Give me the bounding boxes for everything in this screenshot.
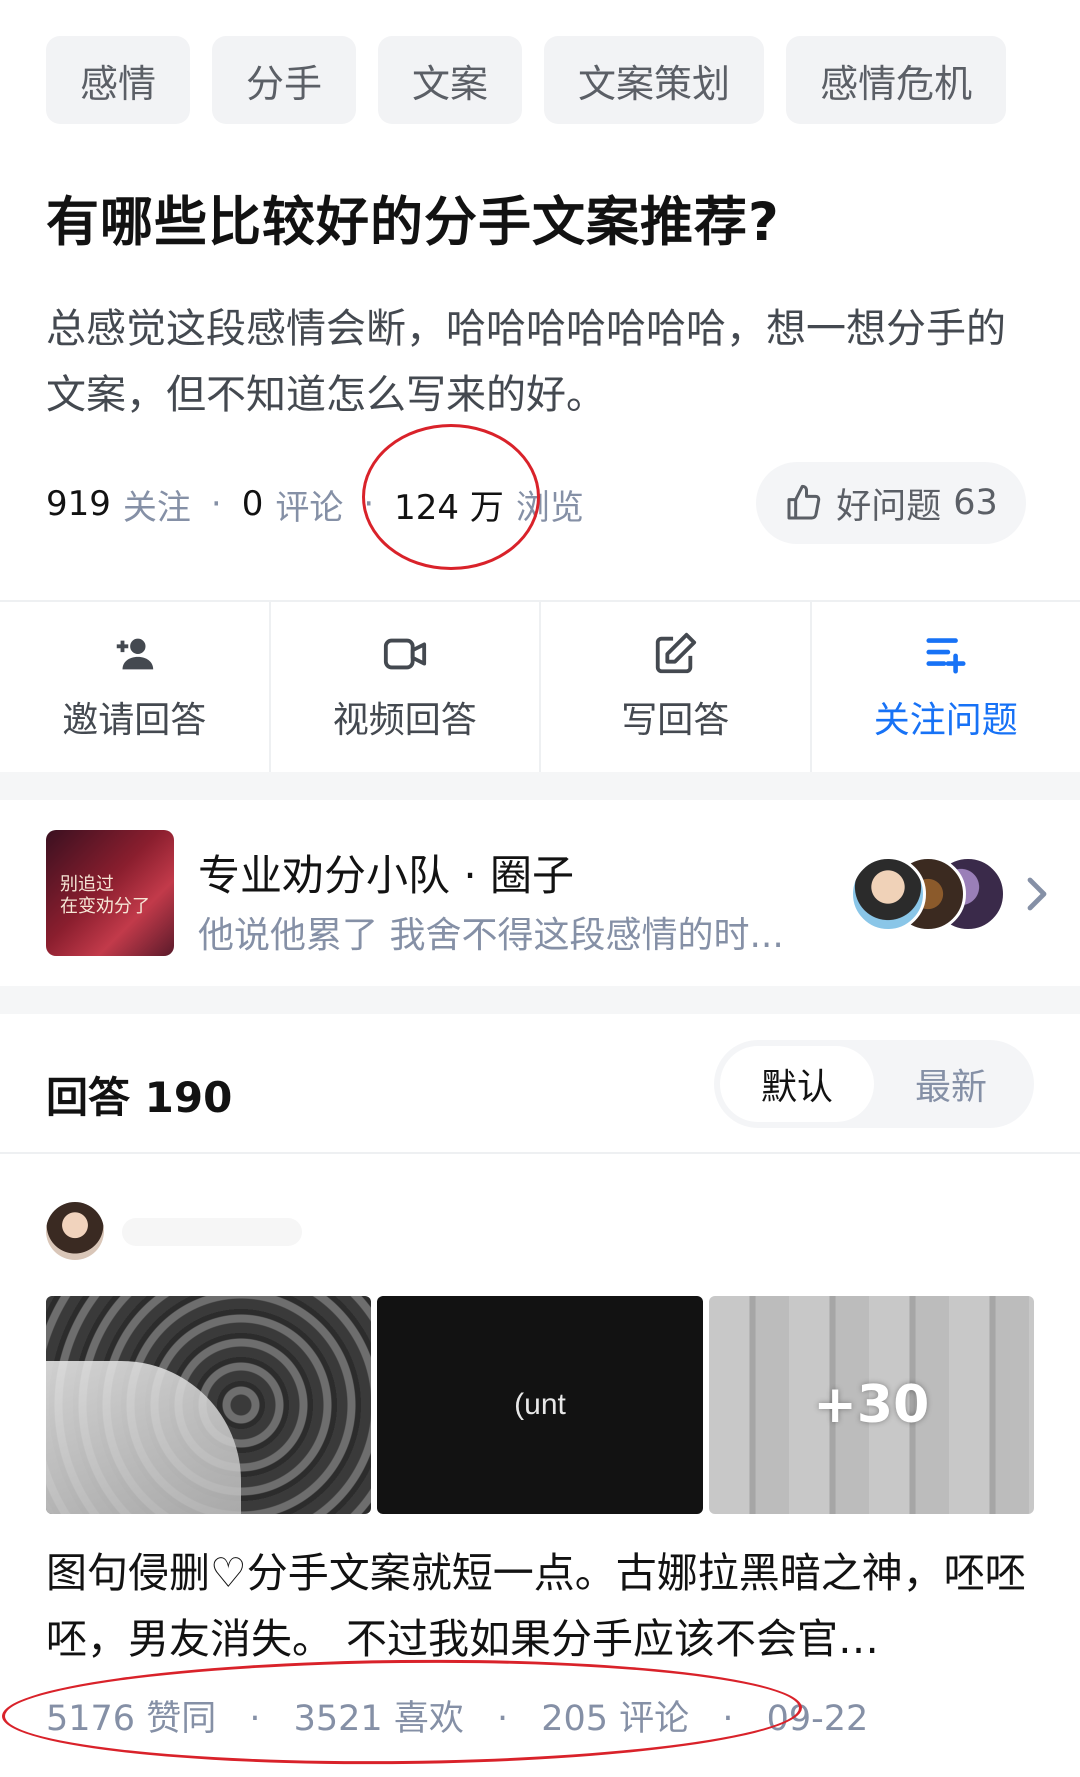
- invite-answer-button[interactable]: 邀请回答: [0, 602, 271, 772]
- sort-toggle: 默认 最新: [714, 1040, 1034, 1128]
- follow-count: 919: [46, 484, 111, 524]
- section-gap: [0, 986, 1080, 1014]
- good-question-button[interactable]: 好问题 63: [756, 462, 1026, 544]
- good-question-label: 好问题: [836, 486, 942, 527]
- answer-excerpt[interactable]: 图句侵删♡分手文案就短一点。古娜拉黑暗之神，呸呸呸，男友消失。 不过我如果分手应…: [46, 1540, 1036, 1672]
- divider: [0, 1152, 1080, 1154]
- write-answer-button[interactable]: 写回答: [541, 602, 812, 772]
- image-caption: (unt: [514, 1388, 566, 1421]
- answer-image[interactable]: (unt: [377, 1296, 703, 1514]
- video-answer-label: 视频回答: [332, 700, 477, 741]
- circle-thumbnail-text: 别追过 在变劝分了: [60, 874, 150, 917]
- answer-images: (unt +30: [46, 1296, 1034, 1514]
- red-oval-annotation: [1, 1655, 803, 1769]
- topic-tags: 感情 分手 文案 文案策划 感情危机: [46, 36, 1080, 124]
- chevron-right-icon: [1027, 877, 1047, 911]
- topic-tag[interactable]: 文案: [378, 36, 523, 124]
- follow-question-label: 关注问题: [873, 700, 1018, 741]
- more-images-count: +30: [813, 1375, 930, 1435]
- answer-author-name-blurred[interactable]: [122, 1218, 302, 1246]
- sort-latest-tab[interactable]: 最新: [874, 1046, 1028, 1122]
- circle-thumbnail: 别追过 在变劝分了: [46, 830, 174, 956]
- separator-dot: ·: [210, 484, 222, 524]
- circle-card[interactable]: 别追过 在变劝分了 专业劝分小队 · 圈子 他说他累了 我舍不得这段感情的时..…: [0, 800, 1080, 986]
- sort-default-tab[interactable]: 默认: [720, 1046, 874, 1122]
- edit-icon: [656, 632, 697, 674]
- follow-list-icon: [926, 638, 966, 674]
- answer-image[interactable]: [46, 1296, 372, 1514]
- circle-title: 专业劝分小队 · 圈子: [198, 851, 575, 900]
- write-answer-label: 写回答: [621, 700, 730, 741]
- answer-author-avatar[interactable]: [46, 1202, 104, 1260]
- follow-label: 关注: [122, 487, 191, 528]
- action-bar: 邀请回答 视频回答 写回答 关注问题: [0, 602, 1080, 772]
- member-avatars: [850, 856, 1006, 932]
- red-circle-annotation: [362, 424, 540, 570]
- question-title: 有哪些比较好的分手文案推荐?: [46, 192, 780, 253]
- invite-user-icon: [117, 638, 154, 670]
- video-camera-icon: [383, 638, 426, 670]
- circle-subtitle: 他说他累了 我舍不得这段感情的时...: [198, 915, 784, 956]
- topic-tag[interactable]: 感情: [46, 36, 191, 124]
- invite-answer-label: 邀请回答: [62, 700, 207, 741]
- avatar: [850, 856, 926, 932]
- topic-tag[interactable]: 文案策划: [544, 36, 765, 124]
- follow-question-button[interactable]: 关注问题: [812, 602, 1080, 772]
- topic-tag[interactable]: 分手: [212, 36, 357, 124]
- good-question-count: 63: [953, 483, 998, 523]
- topic-tag[interactable]: 感情危机: [786, 36, 1007, 124]
- question-description[interactable]: 总感觉这段感情会断，哈哈哈哈哈哈哈，想一想分手的文案，但不知道怎么写来的好。: [46, 296, 1020, 428]
- answers-count: 回答 190: [46, 1073, 233, 1122]
- comment-label[interactable]: 评论: [275, 480, 343, 529]
- answers-header: 回答 190 默认 最新: [0, 1040, 1080, 1158]
- answer-image-more[interactable]: +30: [708, 1296, 1034, 1514]
- video-answer-button[interactable]: 视频回答: [271, 602, 541, 772]
- image-detail: [46, 1361, 242, 1514]
- comment-count[interactable]: 0: [242, 484, 264, 524]
- thumbs-up-icon: [787, 484, 821, 520]
- section-gap: [0, 772, 1080, 800]
